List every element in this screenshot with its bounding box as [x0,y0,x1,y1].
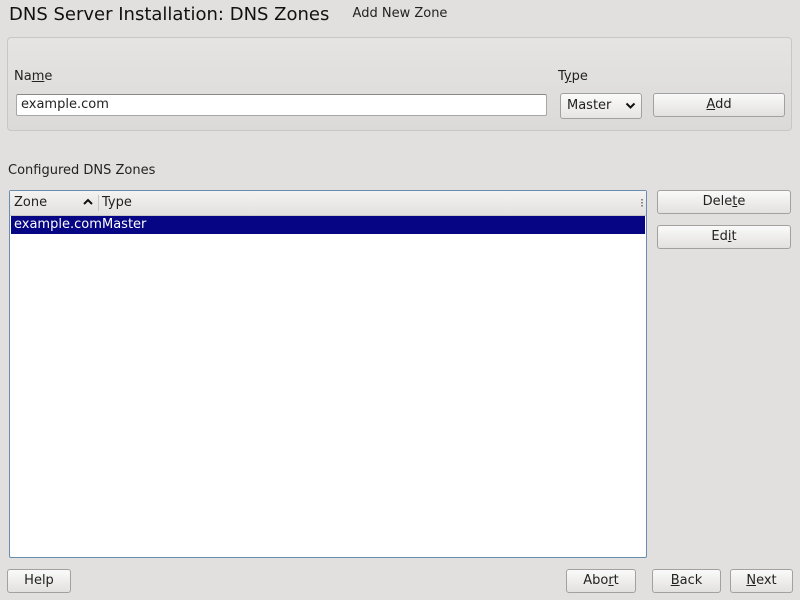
zones-table[interactable]: Zone Type example.com Master [9,190,647,558]
column-resize-grip[interactable] [641,199,643,208]
type-label: Type [558,69,588,84]
column-divider[interactable] [98,195,99,211]
zone-type-select[interactable]: Master [560,93,642,119]
name-label: Name [14,69,53,84]
back-button[interactable]: Back [652,569,721,593]
edit-button[interactable]: Edit [657,225,791,249]
add-new-zone-title: Add New Zone [352,6,448,21]
cell-type: Master [102,217,147,232]
cell-zone: example.com [14,217,102,232]
abort-button[interactable]: Abort [566,569,636,593]
next-button[interactable]: Next [730,569,793,593]
zone-name-input[interactable]: example.com [16,94,547,116]
column-header-type[interactable]: Type [102,195,132,210]
table-row[interactable]: example.com Master [11,216,645,234]
help-button[interactable]: Help [7,569,71,593]
configured-zones-label: Configured DNS Zones [8,163,156,178]
table-header: Zone Type [10,191,646,216]
delete-button[interactable]: Delete [657,190,791,214]
zone-type-value: Master [567,98,612,113]
chevron-down-icon [625,102,636,109]
add-button[interactable]: Add [653,93,785,117]
chevron-up-icon[interactable] [82,195,94,209]
column-header-zone[interactable]: Zone [14,195,47,210]
